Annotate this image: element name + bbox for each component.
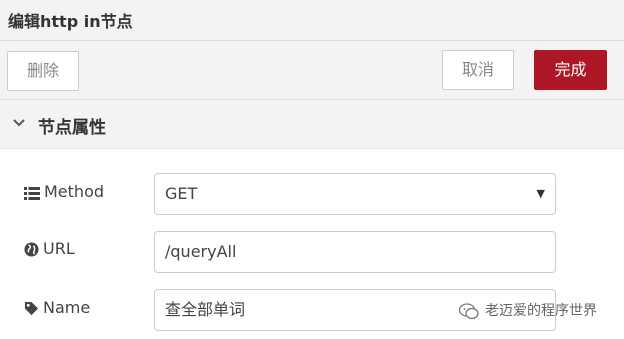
watermark: 老迈爱的程序世界 — [458, 299, 597, 323]
method-value: GET — [165, 184, 198, 203]
properties-section-header[interactable]: 节点属性 — [0, 100, 624, 149]
delete-button[interactable]: 删除 — [7, 51, 79, 91]
list-icon — [24, 186, 40, 200]
watermark-text: 老迈爱的程序世界 — [485, 303, 597, 319]
method-label: Method — [44, 182, 105, 201]
name-label: Name — [43, 298, 91, 317]
url-label: URL — [43, 239, 75, 258]
dialog-header: 编辑http in节点 — [0, 0, 624, 41]
dropdown-arrow-icon: ▼ — [536, 187, 545, 200]
section-title: 节点属性 — [38, 118, 106, 138]
tag-icon — [24, 301, 39, 316]
url-label-row: URL — [24, 237, 75, 261]
name-label-row: Name — [24, 296, 90, 320]
method-label-row: Method — [24, 180, 104, 204]
dialog-title: 编辑http in节点 — [8, 12, 133, 31]
chevron-down-icon — [13, 119, 25, 127]
globe-icon — [24, 242, 39, 257]
cancel-button[interactable]: 取消 — [442, 50, 514, 90]
wechat-icon — [458, 302, 479, 319]
method-select[interactable]: GET ▼ — [154, 173, 556, 215]
url-input[interactable]: /queryAll — [154, 231, 556, 273]
done-button[interactable]: 完成 — [534, 50, 607, 90]
dialog-toolbar: 删除 取消 完成 — [0, 41, 624, 100]
